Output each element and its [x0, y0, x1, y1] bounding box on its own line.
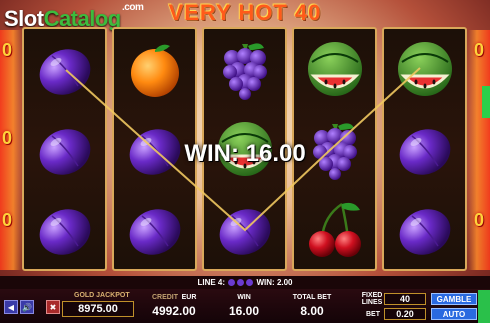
cherry-icon	[308, 202, 361, 257]
gold-jackpot-label: GOLD JACKPOT	[74, 292, 130, 299]
plum-symbol	[204, 189, 285, 269]
game-screen: 0 0 0 0 0 VERY HOT 40 SlotCatalog .com W…	[0, 0, 490, 323]
fixed-lines-label-2: LINES	[361, 299, 383, 306]
plum-symbol	[24, 29, 105, 109]
plum-icon	[39, 209, 90, 255]
plum-icon	[129, 209, 180, 255]
win-label: WIN	[237, 294, 251, 301]
plum-icon	[39, 49, 90, 95]
line-win-info: LINE 4: WIN: 2.00	[0, 276, 490, 289]
plum-symbol	[384, 189, 465, 269]
fixed-lines-label-1: FIXED	[361, 292, 383, 299]
plum-icon	[219, 209, 270, 255]
credit-currency: EUR	[181, 294, 197, 301]
credit-value: 4992.00	[152, 304, 196, 318]
gamble-button[interactable]: GAMBLE	[431, 293, 477, 305]
fixed-lines-value: 40	[384, 293, 426, 305]
cherry-symbol	[294, 189, 375, 269]
spin-button[interactable]	[478, 290, 490, 323]
watermelon-symbol	[384, 29, 465, 109]
orange-icon	[130, 44, 179, 97]
watermelon-icon	[397, 42, 452, 96]
plum-symbol	[114, 189, 195, 269]
credit-label: CREDIT	[151, 294, 179, 301]
gold-jackpot-value: 8975.00	[62, 301, 134, 317]
grapes-icon	[222, 43, 267, 100]
line-label: LINE 4:	[197, 278, 226, 287]
win-value: 16.00	[228, 304, 260, 318]
bet-value[interactable]: 0.20	[384, 308, 426, 320]
total-bet-label: TOTAL BET	[292, 294, 332, 301]
grapes-symbol	[204, 29, 285, 109]
left-side-number-bottom: 0	[2, 210, 13, 230]
sound-icon[interactable]: 🔊	[20, 300, 34, 314]
left-side-number-top: 0	[2, 40, 13, 60]
plum-symbol	[24, 189, 105, 269]
prev-arrow-button[interactable]: ◀	[4, 300, 18, 314]
watermelon-icon	[307, 42, 362, 96]
watermelon-symbol	[294, 29, 375, 109]
win-overlay: WIN: 16.00	[184, 140, 306, 167]
plum-mini-icon	[237, 279, 245, 287]
orange-symbol	[114, 29, 195, 109]
right-side-number-bottom: 0	[474, 210, 485, 230]
line-win-value: WIN: 2.00	[256, 278, 293, 287]
close-button[interactable]: ✖	[46, 300, 60, 314]
auto-button[interactable]: AUTO	[431, 308, 477, 320]
bet-label: BET	[366, 311, 380, 318]
total-bet-value: 8.00	[300, 304, 324, 318]
plum-mini-icon	[228, 279, 236, 287]
plum-icon	[399, 209, 450, 255]
plum-mini-icon	[246, 279, 254, 287]
right-side-number-top: 0	[474, 40, 485, 60]
right-side-indicator	[482, 86, 490, 118]
